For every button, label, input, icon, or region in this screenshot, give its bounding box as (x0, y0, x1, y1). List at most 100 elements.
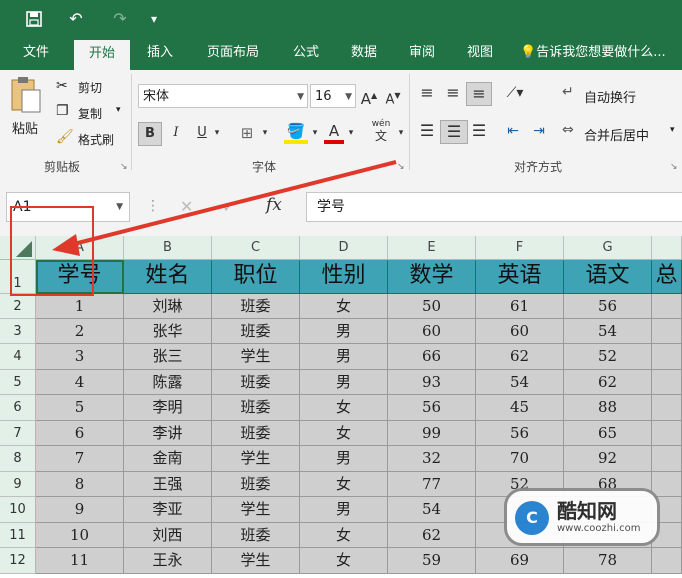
table-cell[interactable]: 男 (300, 319, 388, 344)
table-cell[interactable]: 11 (36, 548, 124, 574)
align-top-icon[interactable]: ≡ (416, 82, 438, 104)
font-name-select[interactable]: 宋体 ▼ (138, 84, 308, 108)
table-cell[interactable]: 10 (36, 523, 124, 548)
table-cell[interactable]: 61 (476, 294, 564, 319)
table-cell[interactable]: 班委 (212, 395, 300, 421)
table-cell[interactable] (652, 472, 682, 497)
table-cell[interactable]: 65 (564, 421, 652, 446)
enter-icon[interactable]: ✓ (222, 197, 235, 216)
column-header[interactable]: B (124, 236, 212, 260)
table-cell[interactable]: 52 (564, 344, 652, 370)
table-cell[interactable]: 女 (300, 523, 388, 548)
table-cell[interactable]: 李亚 (124, 497, 212, 523)
table-cell[interactable]: 学生 (212, 344, 300, 370)
table-cell[interactable]: 5 (36, 395, 124, 421)
save-icon[interactable] (22, 6, 46, 32)
align-bottom-icon[interactable]: ≡ (466, 82, 492, 106)
tab-review[interactable]: 审阅 (398, 38, 446, 70)
column-header[interactable] (652, 236, 682, 260)
table-cell[interactable] (652, 446, 682, 472)
borders-icon[interactable]: ⊞ (236, 122, 258, 144)
table-cell[interactable]: 学生 (212, 446, 300, 472)
table-cell[interactable]: 2 (36, 319, 124, 344)
tab-page-layout[interactable]: 页面布局 (196, 38, 270, 70)
tab-home[interactable]: 开始 (74, 40, 130, 70)
grow-font-button[interactable]: A▲ (360, 85, 378, 108)
chevron-down-icon[interactable]: ▾ (212, 122, 222, 144)
table-cell[interactable]: 金南 (124, 446, 212, 472)
table-cell[interactable]: 班委 (212, 472, 300, 497)
customize-qat-button[interactable]: ▾ (146, 6, 162, 32)
table-cell[interactable] (652, 395, 682, 421)
table-cell[interactable]: 8 (36, 472, 124, 497)
row-header[interactable]: 8 (0, 446, 36, 472)
table-cell[interactable]: 56 (564, 294, 652, 319)
table-cell[interactable]: 50 (388, 294, 476, 319)
format-painter-button[interactable]: 🖌 格式刷 (56, 129, 126, 150)
chevron-down-icon[interactable]: ▾ (310, 122, 320, 144)
table-cell[interactable]: 男 (300, 370, 388, 395)
bold-button[interactable]: B (138, 122, 162, 146)
chevron-down-icon[interactable]: ▾ (346, 122, 356, 144)
table-cell[interactable]: 班委 (212, 523, 300, 548)
italic-button[interactable]: I (166, 122, 186, 144)
table-cell[interactable]: 女 (300, 421, 388, 446)
column-header[interactable]: C (212, 236, 300, 260)
cut-button[interactable]: ✂ 剪切 (56, 78, 126, 98)
fill-color-icon[interactable]: 🪣 (284, 120, 308, 144)
font-color-icon[interactable]: A (324, 120, 344, 144)
table-cell[interactable]: 陈露 (124, 370, 212, 395)
formula-input[interactable]: 学号 (306, 192, 682, 222)
table-cell[interactable] (652, 370, 682, 395)
header-cell[interactable]: 姓名 (124, 260, 212, 294)
row-header[interactable]: 4 (0, 344, 36, 370)
insert-function-button[interactable]: fx (266, 195, 282, 215)
table-cell[interactable]: 班委 (212, 421, 300, 446)
table-cell[interactable]: 54 (564, 319, 652, 344)
tab-formulas[interactable]: 公式 (282, 38, 330, 70)
table-cell[interactable]: 班委 (212, 319, 300, 344)
table-cell[interactable]: 54 (476, 370, 564, 395)
decrease-indent-icon[interactable]: ⇤ (502, 120, 524, 142)
table-cell[interactable]: 56 (388, 395, 476, 421)
column-header[interactable]: E (388, 236, 476, 260)
table-cell[interactable]: 70 (476, 446, 564, 472)
table-cell[interactable]: 6 (36, 421, 124, 446)
table-cell[interactable]: 刘琳 (124, 294, 212, 319)
table-cell[interactable]: 7 (36, 446, 124, 472)
table-cell[interactable]: 77 (388, 472, 476, 497)
header-cell[interactable]: 数学 (388, 260, 476, 294)
table-cell[interactable]: 班委 (212, 370, 300, 395)
shrink-font-button[interactable]: A▼ (384, 85, 402, 107)
column-header[interactable]: G (564, 236, 652, 260)
header-cell[interactable]: 总 (652, 260, 682, 294)
orientation-icon[interactable]: ⟋▾ (502, 82, 528, 104)
table-cell[interactable]: 69 (476, 548, 564, 574)
tab-insert[interactable]: 插入 (136, 38, 184, 70)
align-right-icon[interactable]: ☰ (468, 120, 490, 142)
table-cell[interactable]: 60 (476, 319, 564, 344)
row-header[interactable]: 11 (0, 523, 36, 548)
chevron-down-icon[interactable]: ▼ (116, 193, 123, 221)
chevron-down-icon[interactable]: ▾ (260, 122, 270, 144)
table-cell[interactable]: 女 (300, 472, 388, 497)
table-cell[interactable]: 班委 (212, 294, 300, 319)
table-cell[interactable]: 学生 (212, 497, 300, 523)
table-cell[interactable]: 张三 (124, 344, 212, 370)
cancel-icon[interactable]: ✕ (180, 197, 193, 216)
table-cell[interactable]: 女 (300, 548, 388, 574)
table-cell[interactable] (652, 344, 682, 370)
header-cell[interactable]: 性别 (300, 260, 388, 294)
table-cell[interactable]: 李讲 (124, 421, 212, 446)
table-cell[interactable]: 4 (36, 370, 124, 395)
table-cell[interactable]: 学生 (212, 548, 300, 574)
column-header[interactable]: F (476, 236, 564, 260)
align-left-icon[interactable]: ☰ (416, 120, 438, 142)
table-cell[interactable]: 60 (388, 319, 476, 344)
row-header[interactable]: 10 (0, 497, 36, 523)
tab-view[interactable]: 视图 (456, 38, 504, 70)
table-cell[interactable] (652, 319, 682, 344)
header-cell[interactable]: 语文 (564, 260, 652, 294)
table-cell[interactable]: 45 (476, 395, 564, 421)
table-cell[interactable]: 女 (300, 294, 388, 319)
